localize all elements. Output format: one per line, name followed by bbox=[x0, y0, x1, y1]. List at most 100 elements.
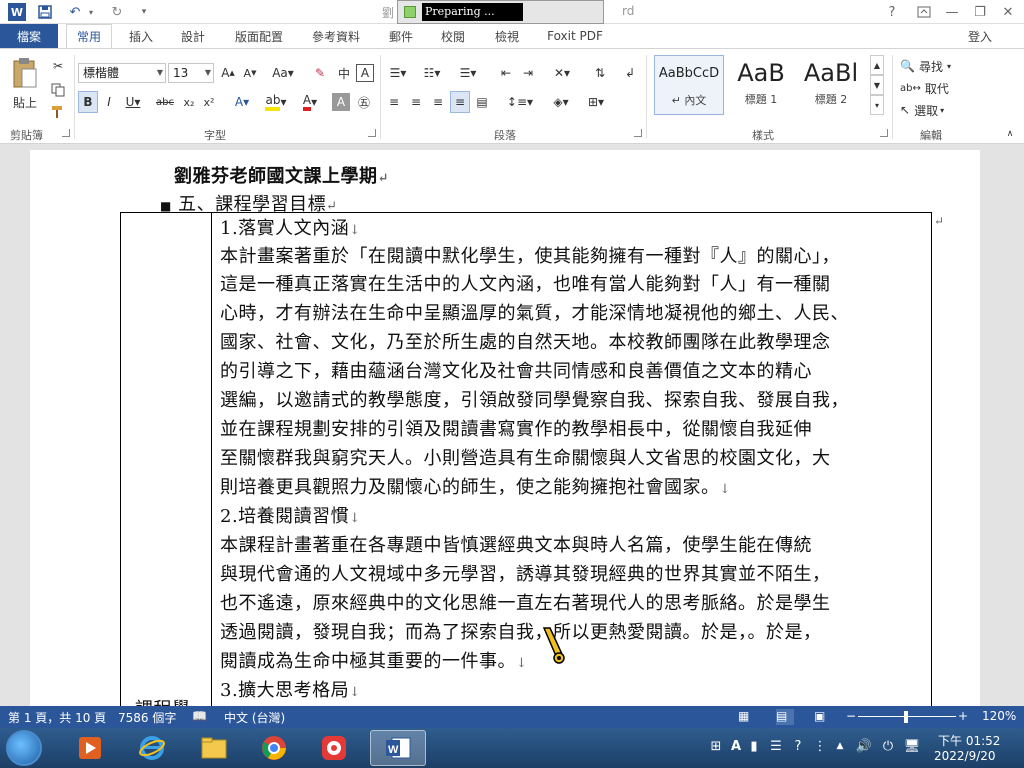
word-taskbar-icon[interactable]: W bbox=[370, 730, 426, 766]
change-case-icon[interactable]: Aa▾ bbox=[268, 62, 298, 84]
recorder-app-icon[interactable] bbox=[306, 730, 362, 766]
undo-dropdown-icon[interactable]: ▾ bbox=[86, 2, 96, 22]
zoom-level[interactable]: 120% bbox=[982, 709, 1016, 723]
media-player-icon[interactable] bbox=[62, 730, 118, 766]
undo-icon[interactable]: ↶ bbox=[64, 2, 86, 22]
tab-view[interactable]: 檢視 bbox=[486, 24, 528, 48]
proofing-icon[interactable]: 📖 bbox=[192, 709, 207, 723]
sign-in-link[interactable]: 登入 bbox=[968, 28, 992, 45]
tab-insert[interactable]: 插入 bbox=[120, 24, 162, 48]
tab-layout[interactable]: 版面配置 bbox=[226, 24, 292, 48]
clear-formatting-icon[interactable]: ✎ bbox=[310, 62, 330, 84]
shading-icon[interactable]: ◈▾ bbox=[546, 91, 576, 113]
bold-button[interactable]: B bbox=[78, 91, 98, 113]
bullets-icon[interactable]: ☰▾ bbox=[384, 62, 412, 84]
enclose-characters-icon[interactable]: ㊄ bbox=[354, 91, 374, 113]
document-page[interactable]: 劉雅芬老師國文課上學期↵ ■ 五、課程學習目標↵ 課程學 ↵ 1.落實人文內涵↓… bbox=[30, 150, 980, 706]
language-indicator[interactable]: 中文 (台灣) bbox=[224, 709, 285, 726]
subscript-button[interactable]: x₂ bbox=[180, 91, 198, 113]
format-painter-icon[interactable] bbox=[48, 101, 68, 123]
show-hidden-icons-icon[interactable]: ▲ bbox=[832, 738, 848, 754]
zoom-in-icon[interactable]: + bbox=[958, 709, 968, 723]
clipboard-dialog-launcher-icon[interactable] bbox=[62, 129, 70, 137]
start-button[interactable] bbox=[6, 730, 42, 766]
clock-date[interactable]: 2022/9/20 bbox=[934, 749, 996, 763]
grow-font-icon[interactable]: A ▲ bbox=[218, 62, 238, 84]
distributed-icon[interactable]: ▤ bbox=[472, 91, 492, 113]
input-method-icon[interactable]: ⊞ bbox=[708, 738, 724, 754]
close-button[interactable]: ✕ bbox=[996, 2, 1020, 22]
zoom-slider-thumb[interactable] bbox=[904, 711, 908, 723]
tab-file[interactable]: 檔案 bbox=[0, 24, 58, 48]
text-direction-icon[interactable]: ✕▾ bbox=[546, 62, 578, 84]
collapse-ribbon-icon[interactable]: ∧ bbox=[1002, 123, 1018, 145]
save-icon[interactable] bbox=[34, 2, 56, 22]
style-heading-2[interactable]: AaBl 標題 2 bbox=[798, 55, 864, 115]
clock-time[interactable]: 下午 01:52 bbox=[938, 732, 1000, 749]
word-count[interactable]: 7586 個字 bbox=[118, 709, 176, 726]
power-icon[interactable]: ⏻ bbox=[880, 738, 896, 754]
redo-icon[interactable]: ↻ bbox=[106, 2, 128, 22]
tab-review[interactable]: 校閱 bbox=[432, 24, 474, 48]
character-shading-icon[interactable]: A bbox=[332, 93, 350, 111]
print-layout-icon[interactable]: ▤ bbox=[776, 709, 794, 725]
text-effects-icon[interactable]: A▾ bbox=[230, 91, 254, 113]
customize-qat-icon[interactable]: ▾ bbox=[136, 2, 152, 22]
tab-mailings[interactable]: 郵件 bbox=[380, 24, 422, 48]
page-count[interactable]: 第 1 頁，共 10 頁 bbox=[8, 709, 106, 726]
underline-button[interactable]: U▾ bbox=[120, 91, 146, 113]
replace-button[interactable]: ab↔ 取代 bbox=[900, 77, 962, 99]
help-tray-icon[interactable]: ? bbox=[790, 738, 806, 754]
character-border-icon[interactable]: A bbox=[356, 64, 374, 82]
align-center-icon[interactable]: ≡ bbox=[406, 91, 426, 113]
restore-button[interactable]: ❐ bbox=[968, 2, 992, 22]
read-mode-icon[interactable]: ▦ bbox=[738, 709, 749, 723]
chrome-icon[interactable] bbox=[246, 730, 302, 766]
word-app-icon[interactable]: W bbox=[8, 3, 26, 21]
paste-button[interactable]: 貼上 bbox=[10, 91, 40, 113]
ime-fullwidth-icon[interactable]: ▮ bbox=[746, 738, 762, 754]
document-area[interactable]: 劉雅芬老師國文課上學期↵ ■ 五、課程學習目標↵ 課程學 ↵ 1.落實人文內涵↓… bbox=[0, 144, 1024, 706]
tray-options-icon[interactable]: ⋮ bbox=[812, 738, 828, 754]
cut-icon[interactable]: ✂ bbox=[48, 55, 68, 77]
align-right-icon[interactable]: ≡ bbox=[428, 91, 448, 113]
tab-home[interactable]: 常用 bbox=[66, 24, 112, 48]
font-family-combo[interactable]: 標楷體 ▼ bbox=[78, 63, 166, 83]
tab-references[interactable]: 參考資料 bbox=[304, 24, 368, 48]
paragraph-dialog-launcher-icon[interactable] bbox=[634, 129, 642, 137]
ribbon-display-options-icon[interactable] bbox=[912, 2, 936, 22]
strikethrough-button[interactable]: abc bbox=[152, 91, 178, 113]
select-button[interactable]: ↖ 選取 ▾ bbox=[900, 99, 962, 121]
align-left-icon[interactable]: ≡ bbox=[384, 91, 404, 113]
volume-icon[interactable]: 🔊 bbox=[856, 738, 872, 754]
line-spacing-icon[interactable]: ↕≡▾ bbox=[504, 91, 536, 113]
shrink-font-icon[interactable]: A ▼ bbox=[240, 62, 260, 84]
styles-dialog-launcher-icon[interactable] bbox=[880, 129, 888, 137]
tab-design[interactable]: 設計 bbox=[172, 24, 214, 48]
phonetic-guide-icon[interactable]: 中 bbox=[334, 62, 354, 84]
multilevel-list-icon[interactable]: ☰▾ bbox=[452, 62, 484, 84]
style-heading-1[interactable]: AaB 標題 1 bbox=[728, 55, 794, 115]
network-icon[interactable]: 🖥 bbox=[904, 738, 921, 754]
styles-more-icon[interactable]: ▾ bbox=[870, 95, 884, 115]
font-color-icon[interactable]: A ▾ bbox=[296, 91, 324, 113]
ime-toolbar-icon[interactable]: ☰ bbox=[768, 738, 784, 754]
borders-icon[interactable]: ⊞▾ bbox=[580, 91, 612, 113]
sort-icon[interactable]: ⇅ bbox=[590, 62, 610, 84]
paste-icon[interactable] bbox=[8, 55, 42, 91]
style-normal[interactable]: AaBbCcD ↵ 內文 bbox=[654, 55, 724, 115]
superscript-button[interactable]: x² bbox=[200, 91, 218, 113]
file-explorer-icon[interactable] bbox=[186, 730, 242, 766]
font-dialog-launcher-icon[interactable] bbox=[368, 129, 376, 137]
show-hide-marks-icon[interactable]: ↲ bbox=[620, 62, 640, 84]
italic-button[interactable]: I bbox=[100, 91, 118, 113]
copy-icon[interactable] bbox=[48, 79, 68, 101]
minimize-button[interactable]: — bbox=[940, 2, 964, 22]
decrease-indent-icon[interactable]: ⇤ bbox=[496, 62, 516, 84]
zoom-out-icon[interactable]: − bbox=[846, 709, 856, 723]
find-button[interactable]: 🔍 尋找 ▾ bbox=[900, 55, 962, 77]
styles-scroll-down-icon[interactable]: ▼ bbox=[870, 75, 884, 95]
tab-foxit-pdf[interactable]: Foxit PDF bbox=[540, 24, 610, 48]
highlight-color-icon[interactable]: ab ▾ bbox=[262, 91, 290, 113]
font-size-combo[interactable]: 13 ▼ bbox=[168, 63, 214, 83]
